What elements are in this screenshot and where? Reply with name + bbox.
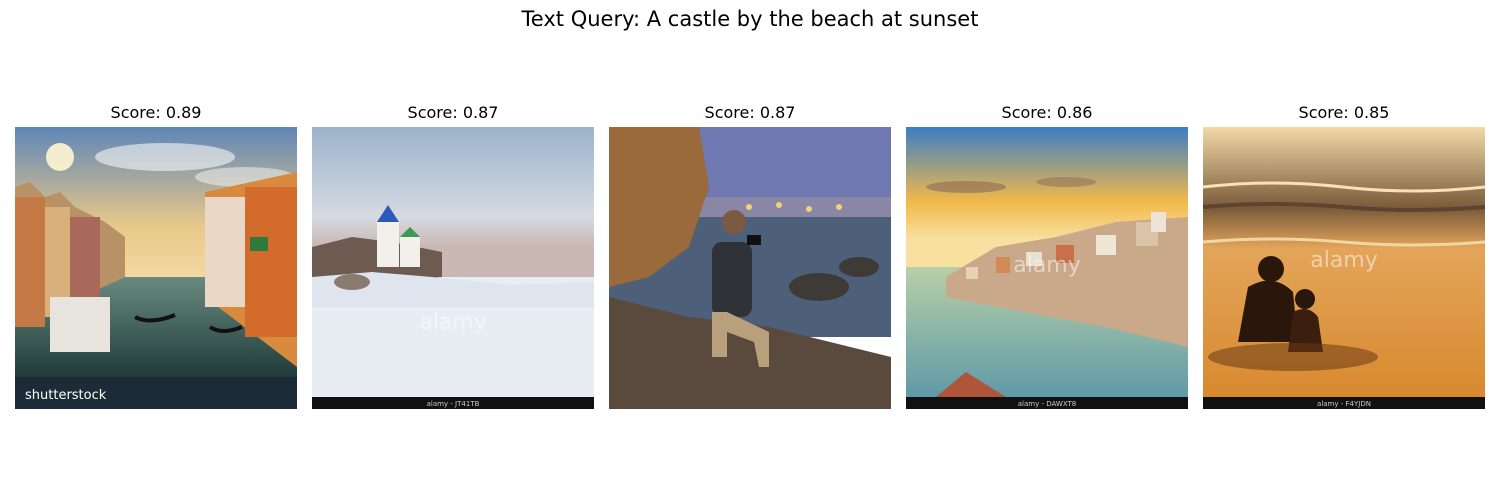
alamy-watermark-5: alamy	[1310, 248, 1378, 273]
venice-canal-icon: shutterstock	[15, 127, 297, 409]
result-panel-2: Score: 0.87 alamy alamy - JT41TB	[312, 100, 594, 409]
result-panel-1: Score: 0.89 shutterstock	[15, 100, 297, 409]
result-image-1[interactable]: shutterstock	[15, 127, 297, 409]
image-stamp-4: alamy - DAWXT8	[1018, 400, 1076, 408]
result-image-3[interactable]	[609, 127, 891, 409]
figure-title: Text Query: A castle by the beach at sun…	[521, 7, 979, 31]
photographer-rocky-shore-icon	[609, 127, 891, 409]
beach-silhouette-icon: alamy alamy - F4YJDN	[1203, 127, 1485, 409]
result-image-5[interactable]: alamy alamy - F4YJDN	[1203, 127, 1485, 409]
score-caption-3: Score: 0.87	[704, 103, 796, 122]
alamy-watermark-2: alamy	[419, 310, 487, 335]
result-panel-4: Score: 0.86 alamy alamy - DAWXT8	[906, 100, 1188, 409]
porto-river-sunset-icon: alamy alamy - DAWXT8	[906, 127, 1188, 409]
result-panel-3: Score: 0.87	[609, 100, 891, 409]
image-stamp-2: alamy - JT41TB	[427, 400, 480, 408]
result-image-4[interactable]: alamy alamy - DAWXT8	[906, 127, 1188, 409]
score-caption-4: Score: 0.86	[1001, 103, 1093, 122]
score-caption-5: Score: 0.85	[1298, 103, 1390, 122]
result-panel-5: Score: 0.85 alamy alamy - F4YJDN	[1203, 100, 1485, 409]
result-image-2[interactable]: alamy alamy - JT41TB	[312, 127, 594, 409]
snowy-church-icon: alamy alamy - JT41TB	[312, 127, 594, 409]
image-stamp-5: alamy - F4YJDN	[1317, 400, 1371, 408]
alamy-watermark-4: alamy	[1013, 253, 1081, 278]
score-caption-1: Score: 0.89	[110, 103, 202, 122]
shutterstock-logo: shutterstock	[25, 388, 107, 403]
score-caption-2: Score: 0.87	[407, 103, 499, 122]
